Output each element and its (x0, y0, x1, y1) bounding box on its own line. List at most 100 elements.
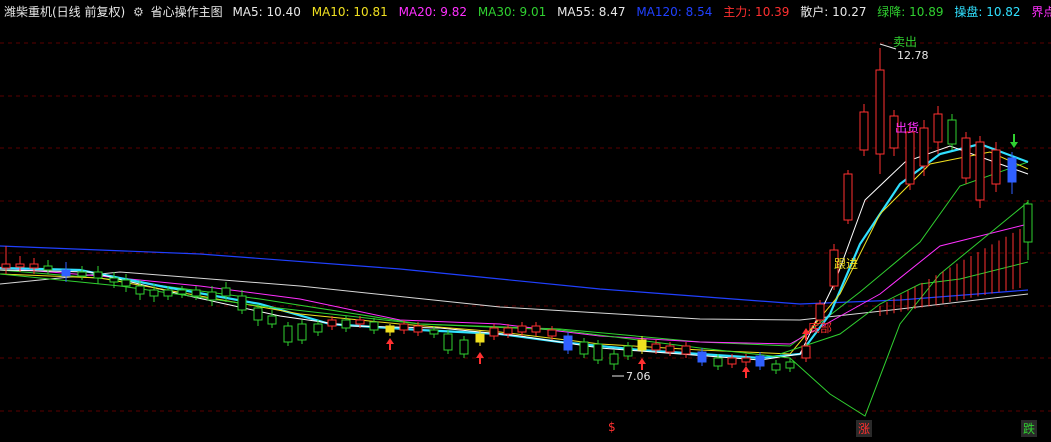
candle-body (975, 141, 985, 201)
candle-body (947, 119, 957, 145)
follow-label: 跟进 (834, 257, 858, 271)
indicator-header: 潍柴重机(日线 前复权) ⚙ 省心操作主图 MA5: 10.40 MA10: 1… (0, 0, 1051, 24)
candle-body (651, 343, 661, 351)
candle-body (489, 327, 499, 337)
ma55-value: MA55: 8.47 (557, 5, 626, 19)
dollar-mark: $ (608, 420, 616, 434)
ma120-value: MA120: 8.54 (636, 5, 713, 19)
candlesticks (1, 48, 1033, 374)
candle-body (697, 351, 707, 363)
candle-body (355, 319, 365, 325)
ma10-value: MA10: 10.81 (311, 5, 388, 19)
gear-circle-icon[interactable]: ⚙ (133, 0, 144, 24)
buy-arrow-head-icon (386, 338, 394, 344)
retail-value: 散户: 10.27 (800, 5, 867, 19)
candle-body (475, 333, 485, 343)
candle-body (163, 289, 173, 297)
candle-body (1023, 203, 1033, 243)
out-label: 出货 (895, 120, 919, 135)
low-price-label: 7.06 (626, 370, 651, 383)
grid-lines (0, 42, 1051, 412)
candle-body (43, 265, 53, 271)
candle-body (93, 271, 103, 279)
boundary-value: 界点: 9.82 (1031, 5, 1051, 19)
candle-body (109, 277, 119, 283)
candle-body (369, 321, 379, 331)
high-price-label: 12.78 (897, 49, 929, 62)
candle-body (253, 307, 263, 321)
candle-body (399, 323, 409, 331)
candle-body (919, 127, 929, 167)
candle-body (1007, 157, 1017, 183)
candle-body (531, 325, 541, 333)
candle-body (741, 357, 751, 363)
candle-body (727, 357, 737, 365)
candle-body (341, 319, 351, 329)
candle-body (961, 137, 971, 179)
candle-body (609, 353, 619, 365)
candle-body (859, 111, 869, 151)
candle-body (637, 339, 647, 351)
candle-body (191, 289, 201, 297)
candlestick-chart[interactable]: 12.78 卖出 出货 跟进 底部 7.06 (0, 24, 1051, 442)
moving-average-lines (0, 142, 1029, 417)
candle-body (207, 291, 217, 301)
candle-body (29, 263, 39, 269)
stock-title: 潍柴重机(日线 前复权) (4, 5, 126, 19)
ma30-value: MA30: 9.01 (477, 5, 547, 19)
candle-body (297, 323, 307, 341)
candle-body (221, 287, 231, 297)
candle-body (815, 303, 825, 321)
candle-body (843, 173, 853, 221)
candle-body (623, 345, 633, 357)
sell-label: 卖出 (893, 35, 917, 49)
candle-body (1, 263, 11, 269)
candle-body (177, 289, 187, 295)
candle-body (429, 329, 439, 335)
candle-body (267, 315, 277, 325)
ma5-value: MA5: 10.40 (232, 5, 301, 19)
candle-body (801, 345, 811, 359)
candle-body (15, 263, 25, 268)
candle-body (755, 355, 765, 367)
trade-value: 操盘: 10.82 (954, 5, 1021, 19)
sell-arrow-head-icon (1010, 142, 1018, 148)
candle-body (547, 329, 557, 337)
bottom-label: 底部 (808, 320, 832, 335)
buy-arrow-head-icon (476, 352, 484, 358)
candle-body (517, 325, 527, 333)
buy-arrow-head-icon (638, 358, 646, 364)
candle-body (785, 361, 795, 369)
ma20-value: MA20: 9.82 (398, 5, 467, 19)
candle-body (991, 149, 1001, 185)
fall-mark: 跌 (1021, 420, 1038, 437)
candle-body (77, 271, 87, 277)
indicator-name[interactable]: 省心操作主图 (151, 0, 223, 24)
candle-body (665, 345, 675, 353)
candle-body (459, 339, 469, 355)
candle-body (283, 325, 293, 343)
candle-body (327, 319, 337, 327)
candle-body (61, 269, 71, 277)
candle-body (385, 325, 395, 333)
candle-body (933, 113, 943, 143)
candle-body (771, 363, 781, 371)
ma30-line (0, 161, 1029, 347)
candle-body (121, 279, 131, 287)
rise-mark: 涨 (856, 420, 873, 437)
candle-body (135, 285, 145, 295)
candle-body (503, 327, 513, 335)
candle-body (579, 341, 589, 355)
candle-body (443, 333, 453, 351)
candle-body (713, 357, 723, 367)
candle-body (237, 295, 247, 311)
buy-arrow-head-icon (742, 366, 750, 372)
candle-body (413, 325, 423, 333)
candle-body (149, 289, 159, 297)
candle-body (313, 323, 323, 333)
candle-body (875, 69, 885, 155)
main-force-value: 主力: 10.39 (723, 5, 790, 19)
candle-body (593, 343, 603, 361)
candle-body (905, 131, 915, 185)
green-drop-value: 绿降: 10.89 (877, 5, 944, 19)
